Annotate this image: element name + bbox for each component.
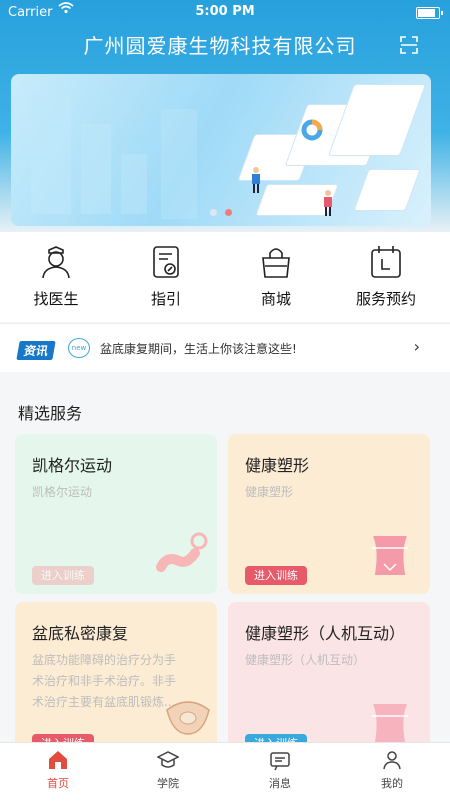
card-title: 盆底私密康复 xyxy=(32,624,129,643)
message-icon xyxy=(269,749,291,771)
quick-item-label: 指引 xyxy=(150,290,181,308)
tab-home[interactable]: 首页 xyxy=(2,749,114,791)
quick-item-find-doctor[interactable]: 找医生 xyxy=(0,244,112,309)
news-headline[interactable]: 盆底康复期间，生活上你该注意这些! xyxy=(100,340,297,357)
tab-academy[interactable]: 学院 xyxy=(112,749,224,791)
service-card-interactive-shaping[interactable]: 健康塑形（人机互动） 健康塑形（人机互动） 进入训练 xyxy=(228,602,430,752)
news-tag: 资讯 xyxy=(16,341,56,360)
card-title: 健康塑形（人机互动） xyxy=(245,624,406,643)
quick-item-guide[interactable]: 指引 xyxy=(110,244,222,309)
enter-training-button[interactable]: 进入训练 xyxy=(245,566,307,585)
carousel-dot[interactable] xyxy=(210,209,217,216)
tab-messages[interactable]: 消息 xyxy=(224,749,336,791)
service-card-pelvic-recovery[interactable]: 盆底私密康复 盆底功能障碍的治疗分为手 术治疗和非手术治疗。非手 术治疗主要有盆… xyxy=(15,602,217,752)
doctor-icon xyxy=(39,244,73,280)
calendar-icon xyxy=(369,244,403,280)
bottom-tab-bar: 首页 学院 消息 我的 xyxy=(0,742,450,801)
card-title: 健康塑形 xyxy=(245,456,310,475)
service-card-kegel[interactable]: 凯格尔运动 凯格尔运动 进入训练 xyxy=(15,434,217,594)
chevron-right-icon[interactable]: › xyxy=(414,337,420,356)
home-icon xyxy=(47,749,69,771)
pelvis-illustration-icon xyxy=(166,701,210,735)
tab-label: 学院 xyxy=(157,777,179,790)
tab-label: 首页 xyxy=(47,777,69,790)
card-subtitle-line: 术治疗主要有盆底肌锻炼... xyxy=(32,695,176,709)
service-card-body-shaping[interactable]: 健康塑形 健康塑形 进入训练 xyxy=(228,434,430,594)
news-ticker[interactable]: 资讯 new 盆底康复期间，生活上你该注意这些! › xyxy=(0,323,450,372)
section-title: 精选服务 xyxy=(18,404,83,423)
guide-icon xyxy=(149,244,183,280)
card-subtitle: 健康塑形（人机互动） xyxy=(245,653,366,667)
header: Carrier 5:00 PM 广州圆爱康生物科技有限公司 xyxy=(0,0,450,240)
quick-item-label: 商城 xyxy=(260,290,291,308)
quick-item-label: 服务预约 xyxy=(355,290,416,308)
quick-item-mall[interactable]: 商城 xyxy=(220,244,332,309)
card-subtitle-line: 术治疗和非手术治疗。非手 xyxy=(32,674,177,688)
carousel-indicator xyxy=(11,201,431,220)
kegel-illustration-icon xyxy=(156,532,208,572)
status-time: 5:00 PM xyxy=(195,4,255,19)
enter-training-button[interactable]: 进入训练 xyxy=(32,566,94,585)
quick-item-label: 找医生 xyxy=(33,290,79,308)
graduation-cap-icon xyxy=(156,749,180,771)
scan-icon[interactable] xyxy=(400,36,418,54)
status-bar: Carrier 5:00 PM xyxy=(0,0,450,26)
page-title: 广州圆爱康生物科技有限公司 xyxy=(83,34,357,58)
carousel-dot-active[interactable] xyxy=(225,209,232,216)
profile-icon xyxy=(381,749,403,771)
card-subtitle: 健康塑形 xyxy=(245,485,294,499)
banner-carousel[interactable] xyxy=(11,74,431,226)
quick-item-appointment[interactable]: 服务预约 xyxy=(330,244,442,309)
tab-profile[interactable]: 我的 xyxy=(336,749,448,791)
battery-icon xyxy=(416,7,443,19)
tab-label: 我的 xyxy=(381,777,403,790)
waist-illustration-icon xyxy=(372,535,408,575)
tab-label: 消息 xyxy=(269,777,291,790)
card-subtitle: 凯格尔运动 xyxy=(32,485,93,499)
card-title: 凯格尔运动 xyxy=(32,456,113,475)
new-badge-icon: new xyxy=(68,338,90,358)
quick-menu: 找医生 指引 商城 服务预约 xyxy=(0,232,450,322)
card-subtitle-line: 盆底功能障碍的治疗分为手 xyxy=(32,653,177,667)
card-subtitle: 盆底功能障碍的治疗分为手 术治疗和非手术治疗。非手 术治疗主要有盆底肌锻炼... xyxy=(32,650,176,713)
shopping-bag-icon xyxy=(259,244,293,280)
